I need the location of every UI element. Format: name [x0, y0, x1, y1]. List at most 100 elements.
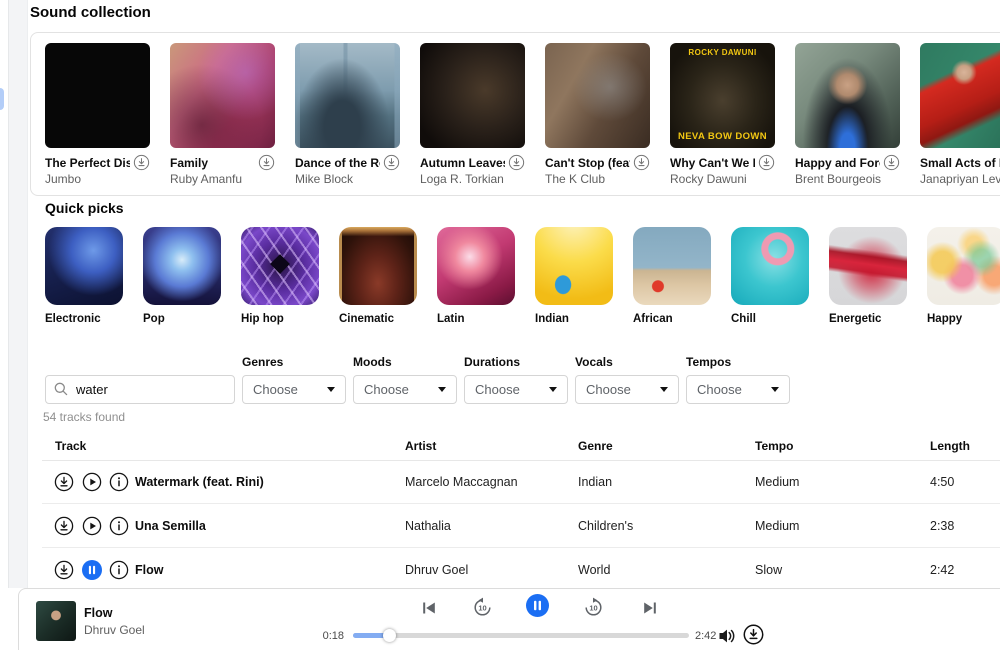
quick-pick-image[interactable]	[927, 227, 1000, 305]
info-icon[interactable]	[109, 516, 129, 536]
play-icon[interactable]	[82, 516, 102, 536]
quick-pick-label: Latin	[437, 313, 515, 325]
album-card[interactable]: Autumn Leaves... Loga R. Torkian	[420, 43, 525, 186]
skip-previous-button[interactable]	[420, 599, 438, 617]
album-card[interactable]: Can't Stop (feat... The K Club	[545, 43, 650, 186]
download-icon[interactable]	[54, 560, 74, 580]
quick-pick-tile[interactable]: Latin	[437, 227, 515, 325]
download-icon[interactable]	[758, 154, 775, 171]
progress-thumb[interactable]	[383, 629, 396, 642]
download-icon[interactable]	[133, 154, 150, 171]
volume-icon[interactable]	[717, 626, 737, 646]
album-title: Why Can't We B...	[670, 156, 755, 170]
quick-picks-list: Electronic Pop Hip hop Cinematic Latin	[45, 227, 1000, 325]
album-cover[interactable]	[45, 43, 150, 148]
album-artist: Brent Bourgeois	[795, 172, 900, 186]
table-row[interactable]: Flow Dhruv Goel World Slow 2:42	[0, 548, 1000, 592]
download-icon[interactable]	[258, 154, 275, 171]
album-cover[interactable]: ROCKY DAWUNI NEVA BOW DOWN	[670, 43, 775, 148]
track-length: 2:38	[930, 519, 954, 533]
filter-group: Durations Choose	[464, 355, 568, 404]
filter-select[interactable]: Choose	[464, 375, 568, 404]
filter-select[interactable]: Choose	[353, 375, 457, 404]
track-genre: Children's	[578, 519, 633, 533]
download-icon[interactable]	[633, 154, 650, 171]
quick-pick-tile[interactable]: Chill	[731, 227, 809, 325]
filter-label: Vocals	[575, 355, 679, 369]
table-row[interactable]: Watermark (feat. Rini) Marcelo Maccagnan…	[0, 460, 1000, 504]
quick-pick-tile[interactable]: African	[633, 227, 711, 325]
album-artist: Rocky Dawuni	[670, 172, 775, 186]
quick-pick-tile[interactable]: Hip hop	[241, 227, 319, 325]
album-card[interactable]: Dance of the Re... Mike Block	[295, 43, 400, 186]
album-cover[interactable]	[170, 43, 275, 148]
quick-pick-tile[interactable]: Indian	[535, 227, 613, 325]
album-card[interactable]: Family Ruby Amanfu	[170, 43, 275, 186]
quick-pick-image[interactable]	[731, 227, 809, 305]
svg-text:10: 10	[478, 603, 486, 612]
skip-next-button[interactable]	[641, 599, 659, 617]
player-bar: Flow Dhruv Goel 10 10 0:18 2:42	[18, 588, 1000, 650]
quick-pick-label: Electronic	[45, 313, 123, 325]
filter-select[interactable]: Choose	[575, 375, 679, 404]
album-cover[interactable]	[795, 43, 900, 148]
album-cover[interactable]	[920, 43, 1000, 148]
quick-pick-image[interactable]	[633, 227, 711, 305]
track-tempo: Medium	[755, 475, 799, 489]
progress-bar[interactable]	[353, 633, 689, 638]
info-icon[interactable]	[109, 472, 129, 492]
pause-icon[interactable]	[82, 560, 102, 580]
track-genre: Indian	[578, 475, 612, 489]
featured-carousel: The Perfect Dis... Jumbo Family	[30, 32, 1000, 196]
track-tempo: Medium	[755, 519, 799, 533]
quick-pick-image[interactable]	[339, 227, 417, 305]
total-time: 2:42	[695, 630, 716, 642]
download-icon[interactable]	[54, 516, 74, 536]
play-icon[interactable]	[82, 472, 102, 492]
filter-select[interactable]: Choose	[242, 375, 346, 404]
search-input[interactable]	[45, 375, 235, 404]
album-artist: Janapriyan Levine	[920, 172, 1000, 186]
quick-pick-image[interactable]	[829, 227, 907, 305]
cover-text-top: ROCKY DAWUNI	[670, 48, 775, 57]
quick-pick-image[interactable]	[241, 227, 319, 305]
download-icon[interactable]	[54, 472, 74, 492]
quick-pick-tile[interactable]: Electronic	[45, 227, 123, 325]
album-title: Small Acts of D...	[920, 156, 1000, 170]
quick-pick-tile[interactable]: Pop	[143, 227, 221, 325]
filter-group: Genres Choose	[242, 355, 346, 404]
track-title: Una Semilla	[135, 519, 206, 533]
now-playing-artist: Dhruv Goel	[84, 623, 145, 637]
quick-pick-tile[interactable]: Cinematic	[339, 227, 417, 325]
quick-pick-label: Hip hop	[241, 313, 319, 325]
pause-button[interactable]	[526, 594, 549, 617]
quick-pick-tile[interactable]: Energetic	[829, 227, 907, 325]
album-card[interactable]: ROCKY DAWUNI NEVA BOW DOWN Why Can't We …	[670, 43, 775, 186]
download-button[interactable]	[743, 624, 764, 645]
quick-pick-image[interactable]	[535, 227, 613, 305]
chevron-down-icon	[327, 387, 335, 392]
album-cover[interactable]	[545, 43, 650, 148]
filter-value: Choose	[364, 382, 409, 397]
album-card[interactable]: The Perfect Dis... Jumbo	[45, 43, 150, 186]
quick-pick-image[interactable]	[143, 227, 221, 305]
quick-pick-tile[interactable]: Happy	[927, 227, 1000, 325]
album-cover[interactable]	[295, 43, 400, 148]
rewind-10-button[interactable]: 10	[472, 597, 493, 618]
column-tempo: Tempo	[755, 439, 793, 453]
album-cover[interactable]	[420, 43, 525, 148]
quick-pick-label: Cinematic	[339, 313, 417, 325]
album-title: Autumn Leaves...	[420, 156, 505, 170]
info-icon[interactable]	[109, 560, 129, 580]
download-icon[interactable]	[383, 154, 400, 171]
quick-picks-heading: Quick picks	[45, 200, 124, 216]
forward-10-button[interactable]: 10	[583, 597, 604, 618]
download-icon[interactable]	[883, 154, 900, 171]
filter-select[interactable]: Choose	[686, 375, 790, 404]
album-card[interactable]: Happy and Fore... Brent Bourgeois	[795, 43, 900, 186]
quick-pick-image[interactable]	[45, 227, 123, 305]
table-row[interactable]: Una Semilla Nathalia Children's Medium 2…	[0, 504, 1000, 548]
album-card[interactable]: Small Acts of D... Janapriyan Levine	[920, 43, 1000, 186]
download-icon[interactable]	[508, 154, 525, 171]
quick-pick-image[interactable]	[437, 227, 515, 305]
